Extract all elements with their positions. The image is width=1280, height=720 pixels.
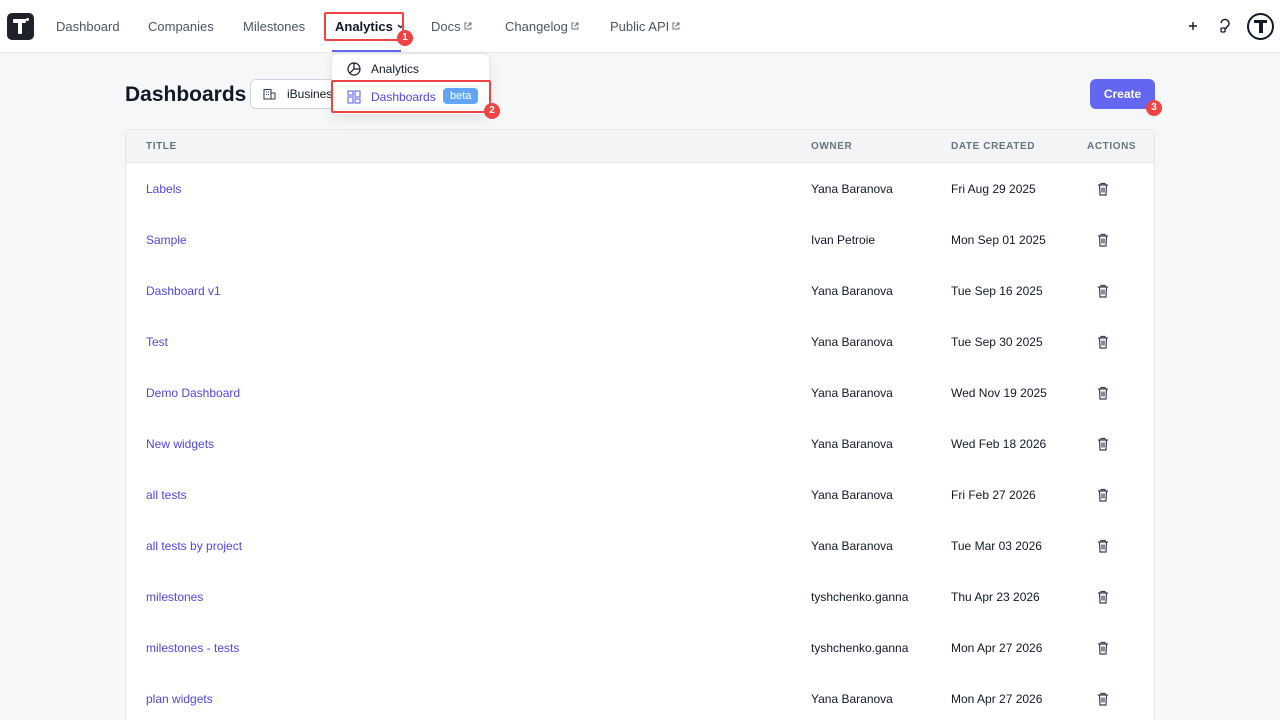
nav-dashboard[interactable]: Dashboard (56, 19, 120, 35)
external-link-icon (464, 22, 472, 30)
annotation-highlight-analytics (324, 12, 404, 41)
owner-cell: tyshchenko.ganna (811, 590, 909, 604)
column-header-actions: ACTIONS (1087, 141, 1137, 152)
external-link-icon (672, 22, 680, 30)
nav-changelog-label: Changelog (505, 19, 568, 34)
owner-cell: tyshchenko.ganna (811, 641, 909, 655)
nav-docs[interactable]: Docs (431, 19, 472, 35)
nav-companies[interactable]: Companies (148, 19, 214, 35)
nav-docs-label: Docs (431, 19, 461, 34)
nav-changelog[interactable]: Changelog (505, 19, 579, 35)
add-icon[interactable] (1184, 17, 1202, 35)
table-row: Demo Dashboard Yana Baranova Wed Nov 19 20… (126, 368, 1154, 419)
trash-icon[interactable] (1097, 692, 1109, 706)
date-created-cell: Fri Aug 29 2025 (951, 182, 1036, 196)
table-row: milestones tyshchenko.ganna Thu Apr 23 202… (126, 572, 1154, 623)
annotation-highlight-dashboards (331, 80, 491, 113)
date-created-cell: Wed Nov 19 2025 (951, 386, 1047, 400)
date-created-cell: Mon Sep 01 2025 (951, 233, 1046, 247)
dropdown-item-analytics-label: Analytics (371, 62, 420, 76)
owner-cell: Yana Baranova (811, 386, 893, 400)
dashboard-title-link[interactable]: Labels (146, 182, 181, 196)
owner-cell: Yana Baranova (811, 692, 893, 706)
dashboard-title-link[interactable]: milestones (146, 590, 203, 604)
logo-dot (26, 18, 29, 21)
trash-icon[interactable] (1097, 641, 1109, 655)
trash-icon[interactable] (1097, 437, 1109, 451)
table-row: Labels Yana Baranova Fri Aug 29 2025 (126, 164, 1154, 215)
dashboard-title-link[interactable]: Demo Dashboard (146, 386, 240, 400)
table-row: all tests by project Yana Baranova Tue Mar… (126, 521, 1154, 572)
avatar-mark-stem (1258, 20, 1263, 33)
active-tab-indicator (332, 50, 401, 52)
table-row: Test Yana Baranova Tue Sep 30 2025 (126, 317, 1154, 368)
date-created-cell: Tue Mar 03 2026 (951, 539, 1042, 553)
date-created-cell: Mon Apr 27 2026 (951, 692, 1043, 706)
dashboard-title-link[interactable]: milestones - tests (146, 641, 239, 655)
column-header-date[interactable]: DATE CREATED (951, 141, 1035, 152)
app-logo[interactable] (7, 13, 34, 40)
table-row: all tests Yana Baranova Fri Feb 27 2026 (126, 470, 1154, 521)
trash-icon[interactable] (1097, 386, 1109, 400)
dashboard-title-link[interactable]: all tests (146, 488, 187, 502)
trash-icon[interactable] (1097, 233, 1109, 247)
table-header: TITLE OWNER DATE CREATED ACTIONS (126, 130, 1154, 163)
nav-public-api[interactable]: Public API (610, 19, 680, 35)
trash-icon[interactable] (1097, 335, 1109, 349)
owner-cell: Yana Baranova (811, 335, 893, 349)
dashboard-title-link[interactable]: New widgets (146, 437, 214, 451)
external-link-icon (571, 22, 579, 30)
table-row: milestones - tests tyshchenko.ganna Mon Ap… (126, 623, 1154, 674)
dashboard-title-link[interactable]: all tests by project (146, 539, 242, 553)
date-created-cell: Tue Sep 30 2025 (951, 335, 1043, 349)
date-created-cell: Fri Feb 27 2026 (951, 488, 1036, 502)
trash-icon[interactable] (1097, 488, 1109, 502)
dashboard-title-link[interactable]: Dashboard v1 (146, 284, 221, 298)
dashboard-title-link[interactable]: plan widgets (146, 692, 213, 706)
trash-icon[interactable] (1097, 539, 1109, 553)
owner-cell: Yana Baranova (811, 284, 893, 298)
trash-icon[interactable] (1097, 590, 1109, 604)
owner-cell: Yana Baranova (811, 488, 893, 502)
dashboards-table: TITLE OWNER DATE CREATED ACTIONS Labels Y… (125, 129, 1155, 720)
annotation-number-2: 2 (484, 103, 500, 119)
building-icon (263, 88, 276, 100)
dashboard-title-link[interactable]: Test (146, 335, 168, 349)
table-row: Sample Ivan Petroie Mon Sep 01 2025 (126, 215, 1154, 266)
top-navigation: Dashboard Companies Milestones Analytics… (0, 0, 1280, 53)
table-row: plan widgets Yana Baranova Mon Apr 27 2026 (126, 674, 1154, 720)
date-created-cell: Wed Feb 18 2026 (951, 437, 1047, 451)
annotation-number-1: 1 (397, 30, 413, 46)
create-button[interactable]: Create (1090, 79, 1155, 109)
annotation-number-3: 3 (1146, 100, 1162, 116)
owner-cell: Yana Baranova (811, 539, 893, 553)
logo-mark-stem (17, 19, 22, 34)
nav-public-api-label: Public API (610, 19, 670, 34)
page-title: Dashboards (125, 83, 247, 106)
nav-milestones[interactable]: Milestones (243, 19, 305, 35)
table-row: Dashboard v1 Yana Baranova Tue Sep 16 2025 (126, 266, 1154, 317)
date-created-cell: Thu Apr 23 2026 (951, 590, 1040, 604)
table-row: New widgets Yana Baranova Wed Feb 18 2026 (126, 419, 1154, 470)
owner-cell: Ivan Petroie (811, 233, 876, 247)
column-header-title[interactable]: TITLE (146, 141, 177, 152)
dropdown-item-analytics[interactable]: Analytics (332, 56, 491, 82)
help-icon[interactable] (1216, 17, 1234, 35)
column-header-owner[interactable]: OWNER (811, 141, 852, 152)
user-avatar[interactable] (1247, 13, 1274, 40)
dashboard-title-link[interactable]: Sample (146, 233, 187, 247)
owner-cell: Yana Baranova (811, 182, 893, 196)
owner-cell: Yana Baranova (811, 437, 893, 451)
date-created-cell: Tue Sep 16 2025 (951, 284, 1043, 298)
trash-icon[interactable] (1097, 284, 1109, 298)
trash-icon[interactable] (1097, 182, 1109, 196)
date-created-cell: Mon Apr 27 2026 (951, 641, 1043, 655)
pie-chart-icon (347, 62, 361, 76)
